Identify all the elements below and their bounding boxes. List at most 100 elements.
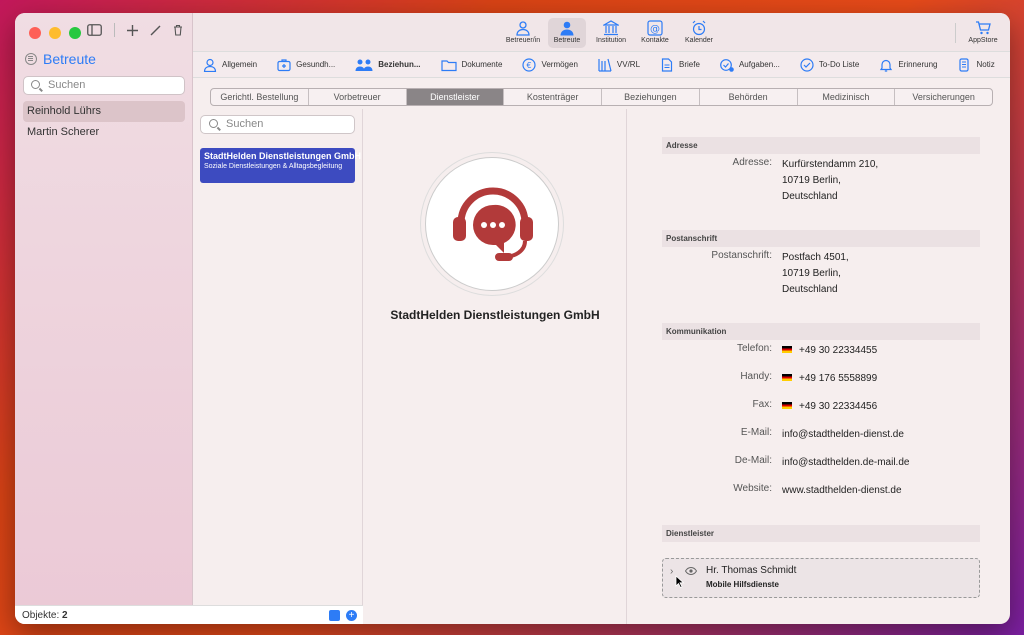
segment-medizinisch[interactable]: Medizinisch: [798, 89, 896, 105]
filter-icon[interactable]: [25, 53, 37, 65]
toolbar-kalender-button[interactable]: Kalender: [680, 18, 718, 48]
toolbar-betreuer-label: Betreuer/in: [505, 37, 541, 44]
section-header-kommunikation: Kommunikation: [662, 323, 980, 340]
tab-aufgaben[interactable]: Aufgaben...: [710, 52, 790, 78]
toolbar-kontakte-button[interactable]: @ Kontakte: [636, 18, 674, 48]
toolbar-betreuer-button[interactable]: Betreuer/in: [504, 18, 542, 48]
sidebar-search-input[interactable]: Suchen: [23, 76, 185, 95]
tab-dokumente-label: Dokumente: [461, 60, 503, 69]
tab-notiz-label: Notiz: [976, 60, 995, 69]
svg-text:@: @: [650, 24, 660, 35]
adresse-value[interactable]: Kurfürstendamm 210, 10719 Berlin, Deutsc…: [782, 157, 878, 205]
toolbar-kalender-label: Kalender: [684, 37, 714, 44]
person-icon: [203, 58, 217, 72]
close-window-button[interactable]: [29, 27, 41, 39]
tab-vermoegen-label: Vermögen: [541, 60, 578, 69]
sidebar-toolbar: [87, 23, 183, 37]
object-count-label: Objekte:: [22, 610, 60, 621]
building-columns-icon: [603, 20, 619, 36]
minimize-window-button[interactable]: [49, 27, 61, 39]
add-icon[interactable]: [127, 24, 138, 36]
toolbar-institution-button[interactable]: Institution: [592, 18, 630, 48]
provider-list-item[interactable]: StadtHelden Dienstleistungen GmbH Sozial…: [200, 148, 362, 183]
adresse-line: Deutschland: [782, 191, 838, 202]
email-label: E-Mail:: [740, 427, 772, 438]
top-toolbar: Betreuer/in Betreute Institution @ Konta…: [193, 13, 1010, 52]
people-icon: [355, 59, 373, 71]
provider-list-item-title: StadtHelden Dienstleistungen GmbH: [204, 151, 362, 161]
sidebar-title-label: Betreute: [43, 51, 96, 67]
website-value[interactable]: www.stadthelden-dienst.de: [782, 483, 902, 499]
tab-aufgaben-label: Aufgaben...: [738, 60, 780, 69]
postanschrift-line: Postfach 4501,: [782, 252, 849, 263]
euro-icon: €: [522, 57, 537, 72]
tab-erinnerung[interactable]: Erinnerung: [869, 52, 947, 78]
telefon-label: Telefon:: [736, 343, 772, 354]
trash-icon[interactable]: [173, 24, 183, 36]
person-badge-icon: [516, 21, 530, 36]
object-count-value: 2: [62, 610, 68, 621]
contact-person-role: Mobile Hilfsdienste: [706, 580, 779, 589]
segment-vorbetreuer[interactable]: Vorbetreuer: [309, 89, 407, 105]
zoom-window-button[interactable]: [69, 27, 81, 39]
tab-vvrl[interactable]: VV/RL: [588, 52, 650, 78]
adresse-line: Kurfürstendamm 210,: [782, 159, 879, 170]
chevron-right-icon[interactable]: ›: [670, 566, 673, 577]
toolbar-appstore-button[interactable]: AppStore: [964, 18, 1002, 48]
folder-icon: [440, 59, 457, 71]
tab-allgemein-label: Allgemein: [222, 60, 258, 69]
sidebar-toggle-icon[interactable]: [87, 24, 102, 36]
telefon-number: +49 30 22334455: [799, 345, 878, 356]
add-provider-button[interactable]: +: [346, 610, 357, 621]
bell-icon: [880, 59, 893, 72]
tab-todo[interactable]: To-Do Liste: [790, 52, 869, 78]
telefon-value[interactable]: +49 30 22334455: [782, 343, 877, 359]
books-icon: [598, 58, 612, 72]
checkmark-circle-icon: [800, 57, 814, 72]
segment-versicherungen[interactable]: Versicherungen: [895, 89, 992, 105]
tasks-icon: [720, 58, 734, 72]
tab-briefe-label: Briefe: [679, 60, 700, 69]
adresse-label: Adresse:: [732, 157, 772, 168]
eye-icon[interactable]: [685, 567, 697, 575]
postanschrift-value[interactable]: Postfach 4501, 10719 Berlin, Deutschland: [782, 250, 849, 298]
fax-number: +49 30 22334456: [799, 401, 878, 412]
document-icon: [661, 57, 673, 72]
handy-value[interactable]: +49 176 5558899: [782, 371, 877, 387]
segment-kostentraeger[interactable]: Kostenträger: [504, 89, 602, 105]
tab-dokumente[interactable]: Dokumente: [431, 52, 513, 78]
demail-value[interactable]: info@stadthelden.de-mail.de: [782, 455, 909, 471]
toolbar-betreute-button[interactable]: Betreute: [548, 18, 586, 48]
tab-gesundheit[interactable]: Gesundh...: [267, 52, 345, 78]
sidebar-item-martin-scherer[interactable]: Martin Scherer: [23, 122, 185, 143]
segment-gerichtl-bestellung[interactable]: Gerichtl. Bestellung: [211, 89, 309, 105]
website-label: Website:: [733, 483, 772, 494]
provider-search-input[interactable]: Suchen: [200, 115, 355, 134]
company-logo: [425, 157, 559, 291]
segment-behoerden[interactable]: Behörden: [700, 89, 798, 105]
tab-briefe[interactable]: Briefe: [650, 52, 710, 78]
contact-person-card[interactable]: › Hr. Thomas Schmidt Mobile Hilfsdienste: [662, 558, 980, 598]
edit-pencil-icon[interactable]: [150, 25, 161, 36]
tab-allgemein[interactable]: Allgemein: [193, 52, 267, 78]
segment-dienstleister[interactable]: Dienstleister: [406, 89, 505, 105]
mouse-cursor-icon: [675, 575, 685, 589]
sidebar-item-reinhold-luehrs[interactable]: Reinhold Lührs: [23, 101, 185, 122]
company-name: StadtHelden Dienstleistungen GmbH: [390, 308, 600, 322]
segment-beziehungen[interactable]: Beziehungen: [602, 89, 700, 105]
tab-beziehungen-label: Beziehun...: [378, 60, 421, 69]
fax-value[interactable]: +49 30 22334456: [782, 399, 877, 415]
provider-list-panel: Suchen StadtHelden Dienstleistungen GmbH…: [193, 109, 363, 624]
demail-label: De-Mail:: [734, 455, 772, 466]
company-logo-panel: StadtHelden Dienstleistungen GmbH: [363, 109, 627, 624]
tab-vermoegen[interactable]: € Vermögen: [512, 52, 587, 78]
window-controls: [29, 27, 81, 39]
tab-vvrl-label: VV/RL: [616, 60, 641, 69]
fax-label: Fax:: [752, 399, 772, 410]
tab-notiz[interactable]: Notiz: [947, 52, 1004, 78]
sidebar-title[interactable]: Betreute: [25, 51, 96, 67]
email-value[interactable]: info@stadthelden-dienst.de: [782, 427, 904, 443]
note-icon[interactable]: [329, 610, 340, 621]
alarm-clock-icon: [692, 20, 706, 36]
tab-beziehungen[interactable]: Beziehun...: [345, 52, 430, 78]
